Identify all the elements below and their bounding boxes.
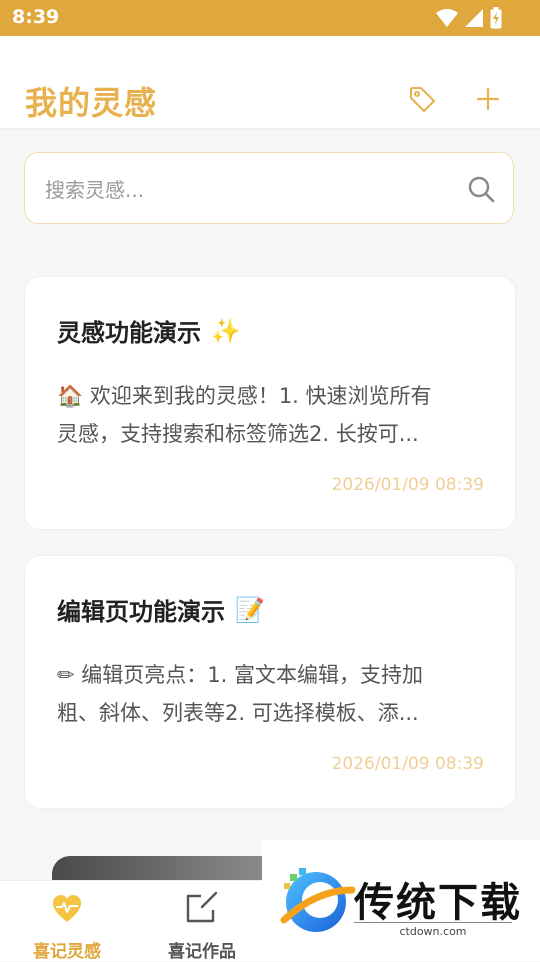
watermark-domain: ctdown.com xyxy=(354,922,512,938)
edit-icon xyxy=(186,891,218,923)
watermark-overlay: 传统下载 ctdown.com xyxy=(262,840,540,960)
battery-icon xyxy=(490,7,502,29)
watermark-brand: 传统下载 xyxy=(354,880,522,926)
watermark-logo xyxy=(280,868,356,932)
status-time: 8:39 xyxy=(12,6,60,28)
card-date: 2026/01/09 08:39 xyxy=(331,475,484,495)
search-box xyxy=(24,152,514,224)
inspiration-card[interactable]: 灵感功能演示 ✨ 🏠 欢迎来到我的灵感！1. 快速浏览所有 灵感，支持搜索和标签… xyxy=(24,276,516,530)
card-title: 灵感功能演示 ✨ xyxy=(57,313,241,348)
add-button[interactable] xyxy=(471,82,505,116)
wifi-icon xyxy=(436,9,458,27)
card-preview-line: 🏠 欢迎来到我的灵感！1. 快速浏览所有 xyxy=(57,384,432,408)
card-preview: ✏ 编辑页亮点：1. 富文本编辑，支持加 粗、斜体、列表等2. 可选择模板、添.… xyxy=(57,656,487,732)
tag-icon xyxy=(410,87,435,112)
status-icons xyxy=(436,7,502,29)
tab-works[interactable]: 喜记作品 xyxy=(152,887,252,962)
tab-label: 喜记作品 xyxy=(168,942,236,962)
sparkles-icon: ✨ xyxy=(211,316,241,345)
card-title-text: 编辑页功能演示 xyxy=(57,598,225,626)
card-preview-line: 灵感，支持搜索和标签筛选2. 长按可... xyxy=(57,422,419,446)
card-title: 编辑页功能演示 📝 xyxy=(57,592,265,627)
inspiration-card[interactable]: 编辑页功能演示 📝 ✏ 编辑页亮点：1. 富文本编辑，支持加 粗、斜体、列表等2… xyxy=(24,555,516,809)
tab-label: 喜记灵感 xyxy=(33,942,101,962)
signal-icon xyxy=(465,9,483,27)
tag-button[interactable] xyxy=(405,82,439,116)
heart-pulse-icon xyxy=(53,895,81,922)
card-date: 2026/01/09 08:39 xyxy=(331,754,484,774)
search-input[interactable] xyxy=(43,171,447,209)
card-title-text: 灵感功能演示 xyxy=(57,319,201,347)
app-header: 我的灵感 xyxy=(0,36,540,129)
card-preview-line: 粗、斜体、列表等2. 可选择模板、添... xyxy=(57,701,419,725)
memo-icon: 📝 xyxy=(235,595,265,624)
card-preview: 🏠 欢迎来到我的灵感！1. 快速浏览所有 灵感，支持搜索和标签筛选2. 长按可.… xyxy=(57,377,487,453)
page-title: 我的灵感 xyxy=(25,84,158,122)
tab-inspirations[interactable]: 喜记灵感 xyxy=(17,887,117,962)
search-icon[interactable] xyxy=(467,175,495,203)
card-preview-line: ✏ 编辑页亮点：1. 富文本编辑，支持加 xyxy=(57,663,423,687)
plus-icon xyxy=(476,87,500,111)
status-bar: 8:39 xyxy=(0,0,540,36)
